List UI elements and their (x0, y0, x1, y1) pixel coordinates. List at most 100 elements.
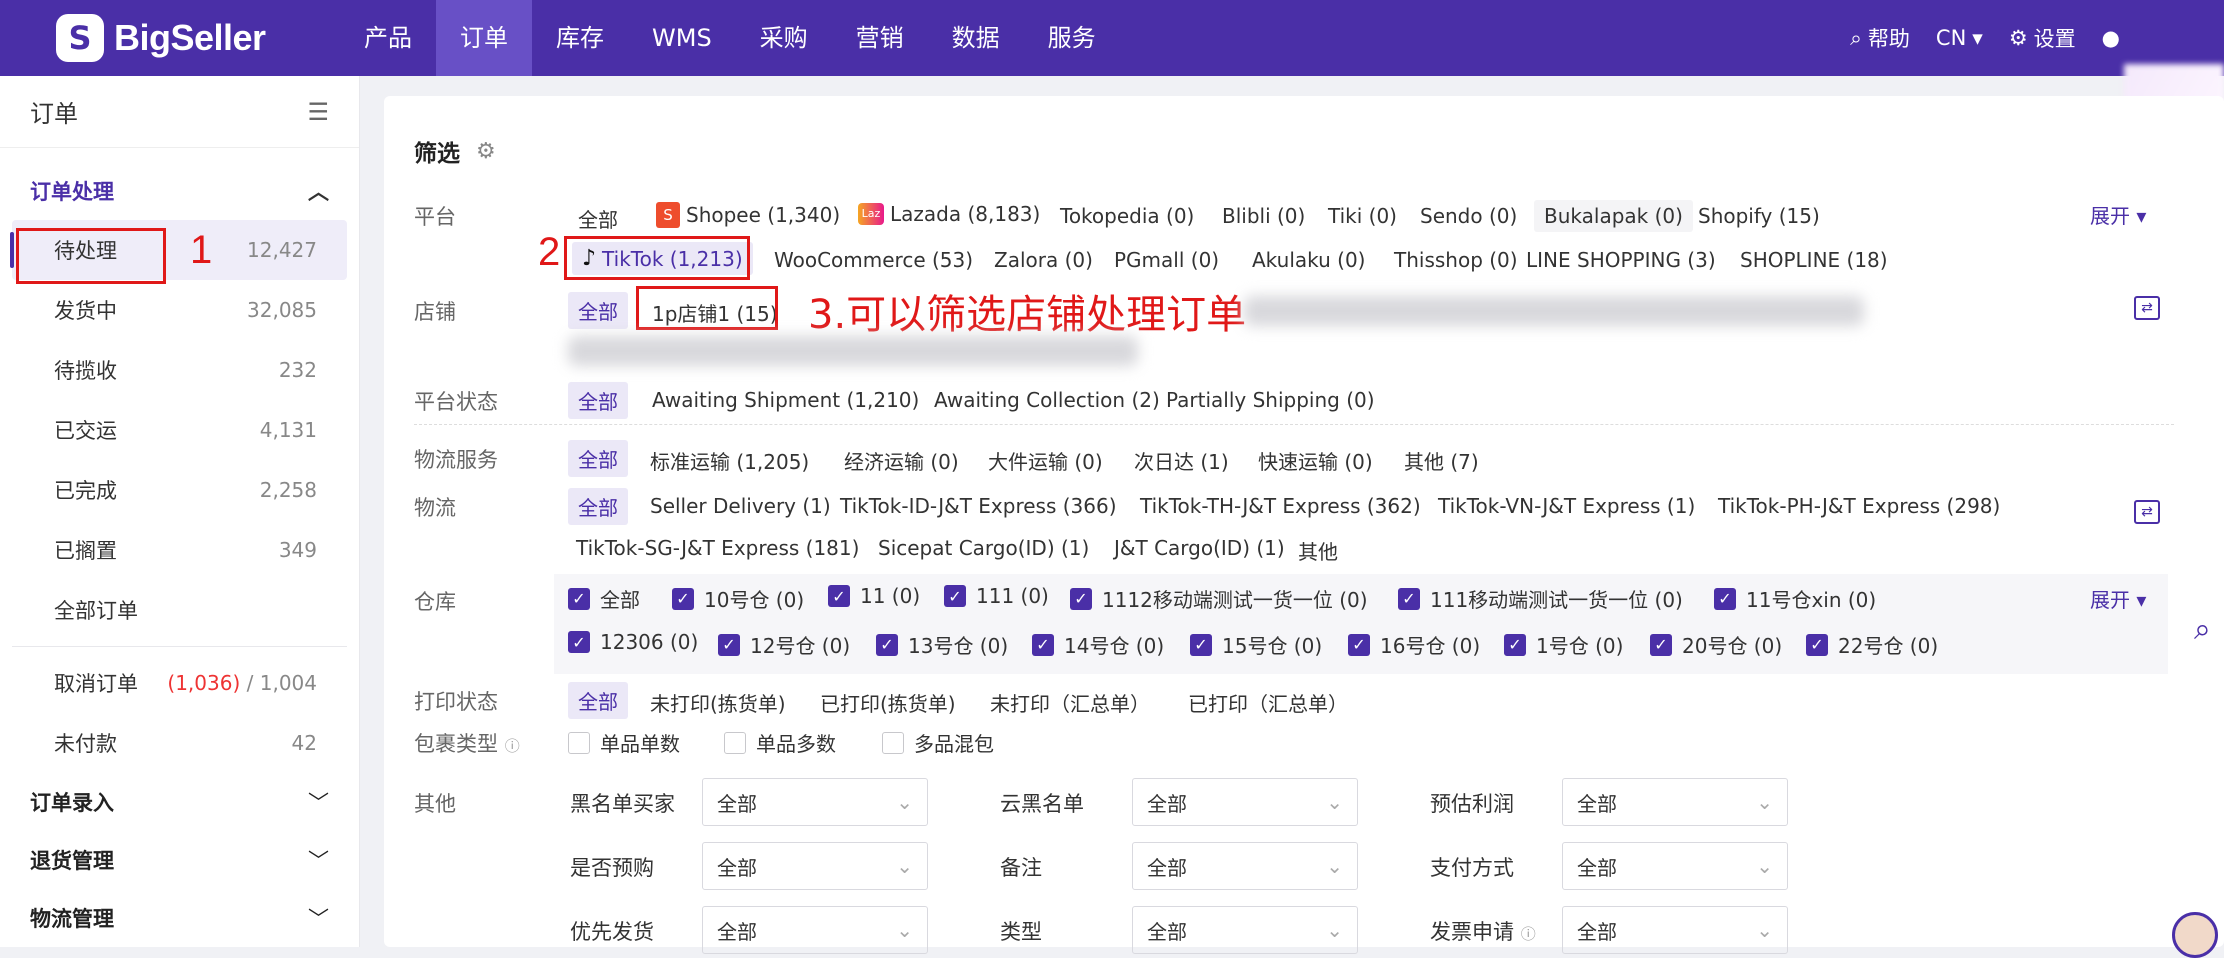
warehouse-checkbox[interactable]: ✓ 12306 (0) (568, 630, 698, 654)
service-chip-other[interactable]: 其他 (7) (1394, 442, 1489, 479)
warehouse-checkbox-all[interactable]: ✓ 全部 (568, 584, 640, 613)
platform-expand-button[interactable]: 展开 ▾ (2090, 200, 2146, 229)
floating-search-icon[interactable]: ⌕ (2194, 612, 2211, 647)
support-avatar-icon[interactable] (2172, 912, 2218, 958)
gear-icon[interactable]: ⚙ (476, 139, 496, 164)
print-chip-not-printed-picking[interactable]: 未打印(拣货单) (640, 684, 796, 721)
nav-inventory[interactable]: 库存 (532, 0, 628, 76)
platform-chip-lazada[interactable]: Laz Lazada (8,183) (848, 198, 1050, 230)
warehouse-checkbox[interactable]: ✓ 10号仓 (0) (672, 584, 804, 613)
print-chip-printed-summary[interactable]: 已打印（汇总单） (1178, 684, 1358, 721)
warehouse-checkbox[interactable]: ✓ 12号仓 (0) (718, 630, 850, 659)
logistics-chip-other[interactable]: 其他 (1288, 532, 1348, 569)
platform-chip-thisshop[interactable]: Thisshop (0) (1384, 244, 1528, 276)
platform-chip-tiki[interactable]: Tiki (0) (1318, 200, 1407, 232)
sidebar-item-on-hold[interactable]: 已搁置 349 (0, 520, 359, 580)
warehouse-checkbox[interactable]: ✓ 16号仓 (0) (1348, 630, 1480, 659)
sidebar-item-handed-over[interactable]: 已交运 4,131 (0, 400, 359, 460)
warehouse-checkbox[interactable]: ✓ 14号仓 (0) (1032, 630, 1164, 659)
platform-chip-all[interactable]: 全部 (568, 200, 628, 237)
warehouse-checkbox[interactable]: ✓ 15号仓 (0) (1190, 630, 1322, 659)
logistics-chip-tiktok-th-jt[interactable]: TikTok-TH-J&T Express (362) (1130, 490, 1431, 522)
sidebar-group-logistics[interactable]: 物流管理 ﹀ (0, 889, 359, 947)
help-link[interactable]: ⌕ 帮助 (1850, 23, 1910, 53)
status-chip-awaiting-shipment[interactable]: Awaiting Shipment (1,210) (642, 384, 929, 416)
remark-select[interactable]: 全部 ⌄ (1132, 842, 1358, 890)
platform-chip-shopee[interactable]: S Shopee (1,340) (646, 198, 850, 232)
package-checkbox-mixed[interactable]: 多品混包 (882, 728, 994, 757)
platform-chip-shopline[interactable]: SHOPLINE (18) (1730, 244, 1898, 276)
nav-wms[interactable]: WMS (628, 0, 736, 76)
nav-products[interactable]: 产品 (340, 0, 436, 76)
sidebar-group-order-processing[interactable]: 订单处理 ︿ (0, 162, 359, 220)
language-select[interactable]: CN ▾ (1936, 26, 1983, 50)
logistics-chip-seller-delivery[interactable]: Seller Delivery (1) (640, 490, 841, 522)
warehouse-expand-button[interactable]: 展开 ▾ (2090, 584, 2146, 613)
warehouse-checkbox[interactable]: ✓ 111移动端测试一货一位 (0) (1398, 584, 1683, 613)
print-chip-not-printed-summary[interactable]: 未打印（汇总单） (980, 684, 1160, 721)
payment-method-select[interactable]: 全部 ⌄ (1562, 842, 1788, 890)
status-chip-partially-shipping[interactable]: Partially Shipping (0) (1156, 384, 1385, 416)
settings-link[interactable]: ⚙ 设置 (2009, 23, 2076, 53)
sidebar-group-returns[interactable]: 退货管理 ﹀ (0, 831, 359, 889)
platform-chip-line-shopping[interactable]: LINE SHOPPING (3) (1516, 244, 1726, 276)
service-chip-next-day[interactable]: 次日达 (1) (1124, 442, 1239, 479)
logistics-chip-all[interactable]: 全部 (568, 488, 628, 525)
platform-chip-tokopedia[interactable]: Tokopedia (0) (1050, 200, 1204, 232)
platform-chip-bukalapak[interactable]: Bukalapak (0) (1534, 200, 1693, 232)
warehouse-checkbox[interactable]: ✓ 20号仓 (0) (1650, 630, 1782, 659)
sidebar-item-shipping[interactable]: 发货中 32,085 (0, 280, 359, 340)
nav-marketing[interactable]: 营销 (832, 0, 928, 76)
logistics-chip-jt-cargo[interactable]: J&T Cargo(ID) (1) (1104, 532, 1295, 564)
nav-orders[interactable]: 订单 (436, 0, 532, 76)
logistics-chip-tiktok-vn-jt[interactable]: TikTok-VN-J&T Express (1) (1428, 490, 1705, 522)
nav-data[interactable]: 数据 (928, 0, 1024, 76)
platform-chip-shopify[interactable]: Shopify (15) (1688, 200, 1830, 232)
warehouse-checkbox[interactable]: ✓ 11号仓xin (0) (1714, 584, 1876, 613)
platform-chip-zalora[interactable]: Zalora (0) (984, 244, 1103, 276)
sidebar-item-completed[interactable]: 已完成 2,258 (0, 460, 359, 520)
print-chip-all[interactable]: 全部 (568, 682, 628, 719)
nav-purchase[interactable]: 采购 (736, 0, 832, 76)
preorder-select[interactable]: 全部 ⌄ (702, 842, 928, 890)
sidebar-item-awaiting-pickup[interactable]: 待揽收 232 (0, 340, 359, 400)
status-chip-awaiting-collection[interactable]: Awaiting Collection (2) (924, 384, 1170, 416)
platform-chip-sendo[interactable]: Sendo (0) (1410, 200, 1527, 232)
cloud-blacklist-select[interactable]: 全部 ⌄ (1132, 778, 1358, 826)
service-chip-standard[interactable]: 标准运输 (1,205) (640, 442, 819, 479)
user-avatar[interactable]: ● (2102, 26, 2120, 50)
sidebar-item-all-orders[interactable]: 全部订单 (0, 580, 359, 640)
platform-chip-pgmall[interactable]: PGmall (0) (1104, 244, 1229, 276)
logistics-chip-tiktok-ph-jt[interactable]: TikTok-PH-J&T Express (298) (1708, 490, 2010, 522)
blacklist-buyer-select[interactable]: 全部 ⌄ (702, 778, 928, 826)
warehouse-checkbox[interactable]: ✓ 1112移动端测试一货一位 (0) (1070, 584, 1368, 613)
sidebar-item-unpaid[interactable]: 未付款 42 (0, 713, 359, 773)
package-checkbox-single-item[interactable]: 单品单数 (568, 728, 680, 757)
warehouse-checkbox[interactable]: ✓ 13号仓 (0) (876, 630, 1008, 659)
sidebar-item-cancelled[interactable]: 取消订单 (1,036) / 1,004 (0, 653, 359, 713)
platform-chip-akulaku[interactable]: Akulaku (0) (1242, 244, 1375, 276)
service-chip-economy[interactable]: 经济运输 (0) (834, 442, 969, 479)
logistics-chip-tiktok-sg-jt[interactable]: TikTok-SG-J&T Express (181) (566, 532, 869, 564)
warehouse-checkbox[interactable]: ✓ 1号仓 (0) (1504, 630, 1623, 659)
warehouse-checkbox[interactable]: ✓ 22号仓 (0) (1806, 630, 1938, 659)
status-chip-all[interactable]: 全部 (568, 382, 628, 419)
collapse-menu-icon[interactable]: ☰ (307, 98, 329, 126)
service-chip-express[interactable]: 快速运输 (0) (1248, 442, 1383, 479)
estimated-profit-select[interactable]: 全部 ⌄ (1562, 778, 1788, 826)
platform-chip-woocommerce[interactable]: WooCommerce (53) (764, 244, 983, 276)
logistics-chip-sicepat-cargo[interactable]: Sicepat Cargo(ID) (1) (868, 532, 1099, 564)
sidebar-group-order-entry[interactable]: 订单录入 ﹀ (0, 773, 359, 831)
logistics-chip-tiktok-id-jt[interactable]: TikTok-ID-J&T Express (366) (830, 490, 1127, 522)
package-checkbox-single-multi[interactable]: 单品多数 (724, 728, 836, 757)
store-chip-all[interactable]: 全部 (568, 292, 628, 329)
platform-chip-blibli[interactable]: Blibli (0) (1212, 200, 1315, 232)
logistics-filter-settings-icon[interactable]: ⇄ (2134, 500, 2160, 524)
service-chip-all[interactable]: 全部 (568, 440, 628, 477)
store-filter-settings-icon[interactable]: ⇄ (2134, 296, 2160, 320)
print-chip-printed-picking[interactable]: 已打印(拣货单) (810, 684, 966, 721)
warehouse-checkbox[interactable]: ✓ 111 (0) (944, 584, 1049, 608)
nav-service[interactable]: 服务 (1024, 0, 1120, 76)
service-chip-bulky[interactable]: 大件运输 (0) (978, 442, 1113, 479)
brand-logo[interactable]: S BigSeller (56, 14, 266, 62)
